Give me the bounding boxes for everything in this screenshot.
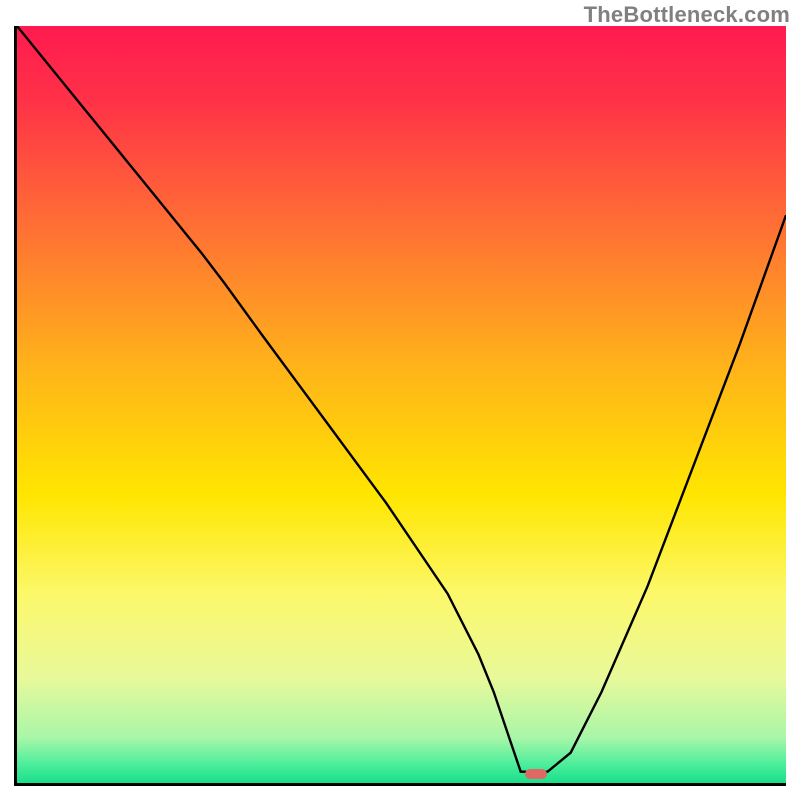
plot-area xyxy=(14,26,786,786)
chart-container: TheBottleneck.com xyxy=(0,0,800,800)
bottleneck-curve xyxy=(17,26,786,772)
watermark: TheBottleneck.com xyxy=(584,2,790,28)
optimum-marker xyxy=(525,769,547,779)
curve-layer xyxy=(17,26,786,783)
